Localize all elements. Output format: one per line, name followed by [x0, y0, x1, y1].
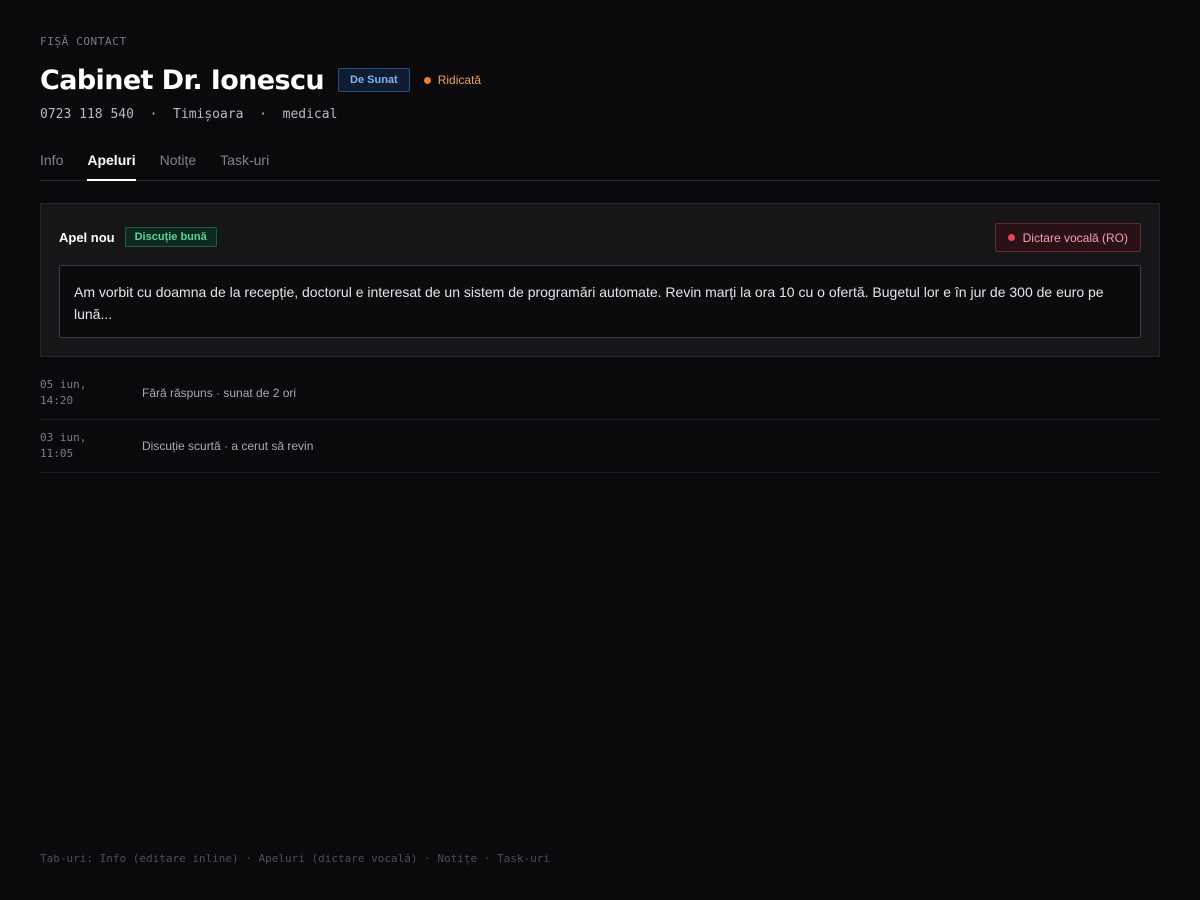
tab-notite[interactable]: Notițe: [160, 150, 197, 181]
call-date: 05 iun, 14:20: [40, 378, 87, 407]
call-summary: Fără răspuns · sunat de 2 ori: [142, 386, 297, 400]
voice-dictation-button[interactable]: Dictare vocală (RO): [994, 223, 1141, 252]
new-call-header: Apel nou Discuție bună: [59, 226, 217, 248]
status-badge[interactable]: De Sunat: [338, 68, 410, 92]
voice-dictation-label: Dictare vocală (RO): [1022, 230, 1128, 245]
record-icon: [1007, 234, 1015, 241]
call-outcome-badge[interactable]: Discuție bună: [124, 227, 217, 247]
new-call-card: Apel nou Discuție bună Dictare vocală (R…: [40, 203, 1160, 357]
call-summary: Discuție scurtă · a cerut să revin: [142, 439, 314, 453]
title-row: Cabinet Dr. Ionescu De Sunat Ridicată: [40, 60, 481, 100]
tab-apeluri[interactable]: Apeluri: [87, 150, 136, 181]
priority-label: Ridicată: [437, 73, 482, 87]
contact-sheet-page: FIȘĂ CONTACT Cabinet Dr. Ionescu De Suna…: [0, 0, 1200, 900]
call-history-list: 05 iun, 14:20 Fără răspuns · sunat de 2 …: [40, 367, 1160, 473]
call-note-input[interactable]: Am vorbit cu doamna de la recepție, doct…: [59, 265, 1141, 338]
page-title: Cabinet Dr. Ionescu: [40, 64, 325, 96]
call-date: 03 iun, 11:05: [40, 431, 87, 460]
new-call-title: Apel nou: [59, 229, 115, 245]
tab-task-uri[interactable]: Task-uri: [220, 150, 269, 181]
list-item[interactable]: 03 iun, 11:05 Discuție scurtă · a cerut …: [40, 420, 1160, 473]
eyebrow-label: FIȘĂ CONTACT: [40, 35, 127, 48]
priority-indicator[interactable]: Ridicată: [423, 73, 482, 87]
contact-meta: 0723 118 540 · Timișoara · medical: [40, 107, 338, 122]
priority-dot-icon: [423, 76, 431, 84]
list-item[interactable]: 05 iun, 14:20 Fără răspuns · sunat de 2 …: [40, 367, 1160, 420]
tab-info[interactable]: Info: [40, 150, 63, 181]
footer-hint: Tab-uri: Info (editare inline) · Apeluri…: [40, 852, 550, 865]
tab-bar: Info Apeluri Notițe Task-uri: [40, 150, 1160, 181]
